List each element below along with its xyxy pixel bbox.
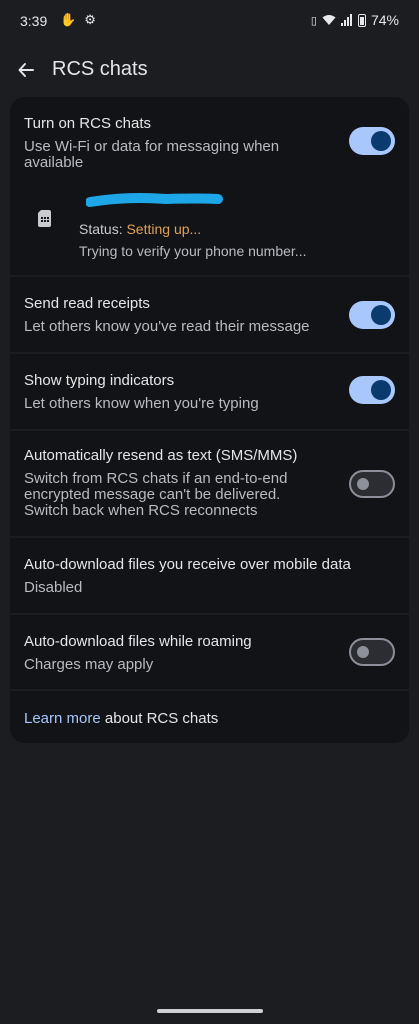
vibrate-icon: ▯ [310, 14, 317, 27]
resend-toggle[interactable] [349, 470, 395, 498]
auto-download-roaming-row[interactable]: Auto-download files while roaming Charge… [10, 615, 409, 689]
resend-title: Automatically resend as text (SMS/MMS) [24, 447, 298, 464]
battery-percent: 74% [370, 12, 399, 28]
typing-indicators-row[interactable]: Show typing indicators Let others know w… [10, 354, 409, 429]
rcs-subtitle-2: available [24, 154, 84, 171]
sim-status-value: Setting up... [126, 221, 202, 237]
resend-sms-row[interactable]: Automatically resend as text (SMS/MMS) S… [10, 431, 409, 536]
learn-more-row: Learn more about RCS chats [10, 691, 409, 743]
sim-status-label: Status: [79, 221, 127, 237]
learn-more-link[interactable]: Learn more [24, 710, 101, 727]
roaming-toggle[interactable] [349, 638, 395, 666]
gear-icon: ⚙ [84, 12, 96, 27]
resend-subtitle-1: Switch from RCS chats if an end-to-end [24, 470, 288, 487]
auto-download-mobile-row[interactable]: Auto-download files you receive over mob… [10, 538, 409, 613]
typing-title: Show typing indicators [24, 372, 175, 389]
auto-download-roaming-title: Auto-download files while roaming [24, 633, 252, 650]
resend-subtitle-2: encrypted message can't be delivered. [24, 486, 281, 503]
hand-icon: ✋ [60, 12, 77, 27]
back-button[interactable] [10, 54, 42, 86]
sim-status-detail: Trying to verify your phone number... [79, 243, 307, 259]
battery-icon [357, 13, 366, 27]
gesture-nav-handle[interactable] [157, 1009, 263, 1013]
rcs-title: Turn on RCS chats [24, 115, 151, 132]
auto-download-mobile-value: Disabled [24, 579, 83, 596]
rcs-toggle[interactable] [349, 127, 395, 155]
rcs-card: Turn on RCS chats Use Wi-Fi or data for … [10, 97, 409, 275]
status-time: 3:39 [20, 13, 48, 29]
sim-status-line: Status: Setting up... [79, 221, 201, 237]
learn-more-rest: about RCS chats [100, 710, 219, 727]
sim-card-icon [38, 210, 51, 227]
rcs-subtitle-1: Use Wi-Fi or data for messaging when [24, 138, 280, 155]
redaction-scribble [86, 193, 223, 207]
learn-more-text: Learn more about RCS chats [24, 710, 218, 727]
typing-toggle[interactable] [349, 376, 395, 404]
auto-download-roaming-subtitle: Charges may apply [24, 656, 154, 673]
read-receipts-toggle[interactable] [349, 301, 395, 329]
read-receipts-row[interactable]: Send read receipts Let others know you'v… [10, 277, 409, 352]
signal-icon [340, 14, 352, 26]
read-receipts-subtitle: Let others know you've read their messag… [24, 318, 310, 335]
page-title: RCS chats [52, 58, 148, 80]
typing-subtitle: Let others know when you're typing [24, 395, 259, 412]
read-receipts-title: Send read receipts [24, 295, 150, 312]
resend-subtitle-3: Switch back when RCS reconnects [24, 502, 258, 519]
wifi-icon [322, 15, 336, 25]
status-bar: 3:39 ✋ ⚙ ▯ 74% [0, 0, 419, 40]
arrow-back-icon [18, 63, 34, 77]
auto-download-mobile-title: Auto-download files you receive over mob… [24, 556, 351, 573]
app-bar: RCS chats [0, 48, 419, 92]
